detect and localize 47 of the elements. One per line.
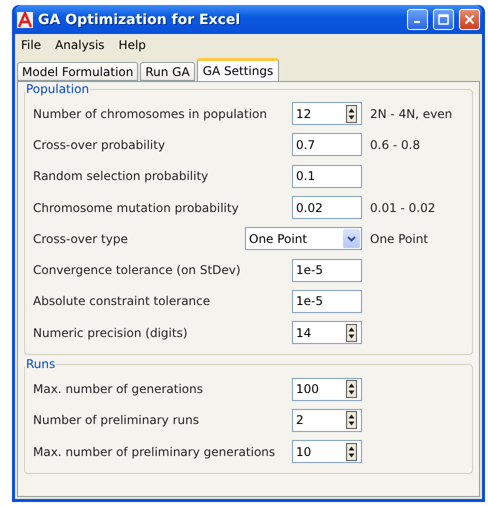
field-label: Chromosome mutation probability bbox=[33, 200, 240, 215]
tab[interactable]: GA Settings bbox=[196, 58, 280, 81]
field-label: Number of preliminary runs bbox=[33, 413, 200, 428]
group-title: Population bbox=[25, 82, 90, 96]
field-label: Convergence tolerance (on StDev) bbox=[33, 263, 242, 278]
window-title: GA Optimization for Excel bbox=[38, 12, 242, 28]
close-icon bbox=[464, 14, 475, 25]
menu-item[interactable]: File bbox=[21, 38, 42, 52]
minimize-button[interactable] bbox=[407, 9, 428, 30]
spinner-arrows-icon[interactable] bbox=[346, 442, 357, 461]
field-label: Numeric precision (digits) bbox=[33, 326, 189, 340]
close-button[interactable] bbox=[459, 9, 480, 30]
number-spinner[interactable]: 10 bbox=[292, 440, 362, 464]
input-field[interactable]: 1e-5 bbox=[292, 290, 362, 313]
spinner-arrows-icon[interactable] bbox=[346, 380, 357, 398]
tab[interactable]: Model Formulation bbox=[17, 62, 138, 81]
field-label: Random selection probability bbox=[33, 169, 210, 184]
input-field[interactable]: 1e-5 bbox=[292, 258, 362, 282]
number-spinner[interactable]: 2 bbox=[292, 408, 362, 432]
spinner-arrows-icon[interactable] bbox=[346, 411, 357, 430]
group-title: Runs bbox=[25, 357, 56, 372]
maximize-icon bbox=[438, 14, 449, 25]
spinner-arrows-icon[interactable] bbox=[346, 324, 357, 342]
input-field[interactable]: 0.1 bbox=[292, 164, 362, 188]
chevron-down-icon bbox=[347, 236, 356, 242]
field-label: Cross-over type bbox=[33, 232, 129, 246]
number-spinner[interactable]: 12 bbox=[292, 102, 362, 126]
field-label: Cross-over probability bbox=[33, 138, 166, 152]
input-field[interactable]: 0.02 bbox=[292, 196, 362, 220]
menu-item[interactable]: Analysis bbox=[55, 38, 105, 52]
hint-text: 0.6 - 0.8 bbox=[370, 138, 420, 152]
hint-text: 0.01 - 0.02 bbox=[370, 200, 436, 215]
field-label: Number of chromosomes in population bbox=[33, 106, 268, 121]
menu-item[interactable]: Help bbox=[118, 38, 146, 52]
field-label: Max. number of preliminary generations bbox=[33, 444, 276, 459]
hint-text: 2N - 4N, even bbox=[370, 106, 452, 121]
maximize-button[interactable] bbox=[433, 9, 454, 30]
number-spinner[interactable]: 14 bbox=[292, 321, 362, 344]
input-field[interactable]: 0.7 bbox=[292, 133, 362, 156]
field-label: Max. number of generations bbox=[33, 382, 204, 396]
app-logo-icon bbox=[17, 12, 33, 28]
dropdown[interactable]: One Point bbox=[245, 227, 362, 250]
field-label: Absolute constraint tolerance bbox=[33, 294, 212, 308]
hint-text: One Point bbox=[370, 232, 428, 246]
number-spinner[interactable]: 100 bbox=[292, 378, 362, 401]
spinner-arrows-icon[interactable] bbox=[346, 104, 357, 123]
tab[interactable]: Run GA bbox=[140, 62, 195, 81]
